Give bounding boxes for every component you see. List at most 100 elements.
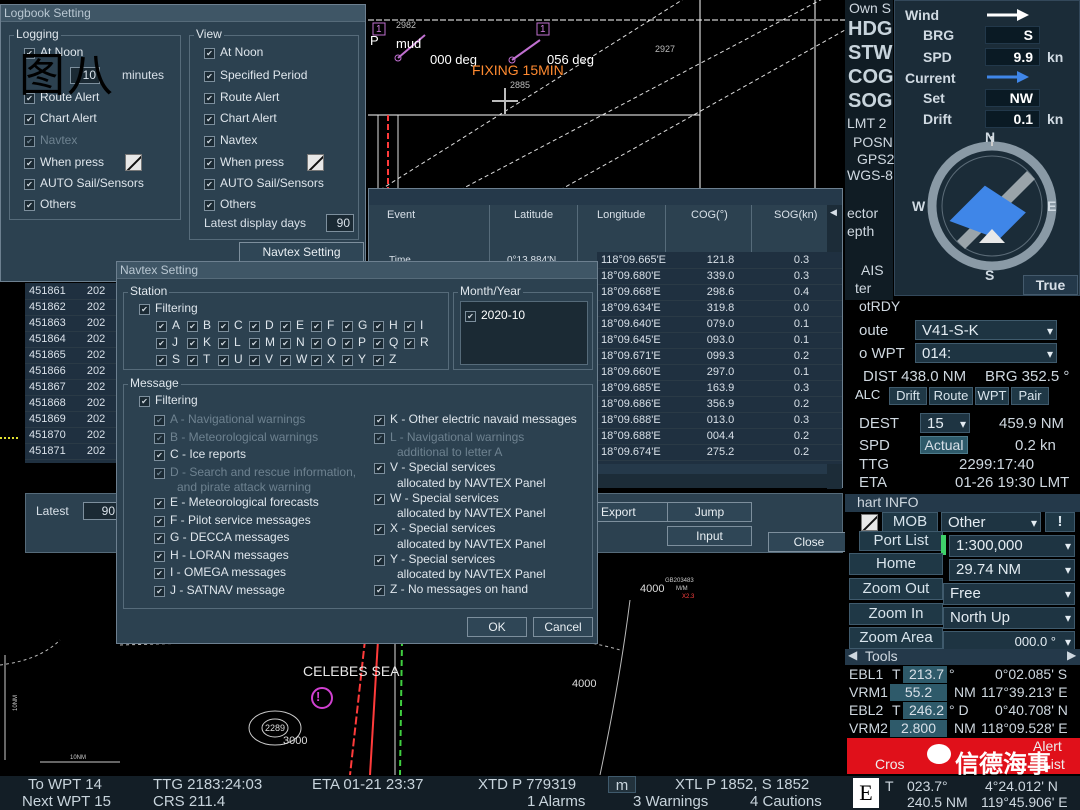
message-g[interactable]: G - DECCA messages	[154, 530, 289, 544]
message-w[interactable]: W - Special services	[374, 491, 499, 505]
station-l[interactable]: L	[218, 335, 241, 349]
view-chart-alert[interactable]: Chart Alert	[204, 111, 277, 125]
logging-when-press[interactable]: When press	[24, 155, 104, 169]
port-list-button[interactable]: Port List	[859, 531, 943, 551]
station-x[interactable]: X	[311, 352, 335, 366]
tab-route[interactable]: Route	[929, 387, 973, 405]
message-z[interactable]: Z - No messages on hand	[374, 582, 528, 596]
station-b[interactable]: B	[187, 318, 211, 332]
navtex-setting-button[interactable]: Navtex Setting	[239, 242, 364, 262]
tab-pair[interactable]: Pair	[1011, 387, 1049, 405]
station-h[interactable]: H	[373, 318, 398, 332]
station-m[interactable]: M	[249, 335, 275, 349]
logging-chart-alert[interactable]: Chart Alert	[24, 111, 97, 125]
message-c[interactable]: C - Ice reports	[154, 447, 246, 461]
logging-navtex[interactable]: Navtex	[24, 133, 77, 147]
station-w[interactable]: W	[280, 352, 307, 366]
close-button[interactable]: Close	[768, 532, 850, 552]
message-d[interactable]: D - Search and rescue information,	[154, 465, 356, 479]
view-specified-period[interactable]: Specified Period	[204, 68, 307, 82]
navtex-cancel-button[interactable]: Cancel	[533, 617, 593, 637]
route-dropdown[interactable]: V41-S-K	[915, 320, 1057, 341]
message-y[interactable]: Y - Special services	[374, 552, 495, 566]
zoom-out-button[interactable]: Zoom Out	[849, 578, 943, 600]
log-row[interactable]: 18°09.688'E 013.0 0.3	[597, 412, 842, 429]
station-z[interactable]: Z	[373, 352, 396, 366]
log-id-row[interactable]: 451866 202	[25, 363, 117, 380]
true-mode-button[interactable]: True	[1023, 275, 1078, 295]
station-filtering[interactable]: Filtering	[139, 301, 198, 315]
log-id-row[interactable]: 451861 202	[25, 283, 117, 300]
log-row[interactable]: 18°09.634'E 319.8 0.0	[597, 300, 842, 317]
log-id-row[interactable]: 451867 202	[25, 379, 117, 396]
station-y[interactable]: Y	[342, 352, 366, 366]
station-v[interactable]: V	[249, 352, 273, 366]
mob-button[interactable]: MOB	[882, 512, 938, 532]
log-row[interactable]: 18°09.645'E 093.0 0.1	[597, 332, 842, 349]
actual-speed-button[interactable]: Actual	[920, 436, 968, 454]
vrm1-value[interactable]: 55.2	[890, 684, 947, 701]
e-mode-button[interactable]: E	[853, 778, 879, 808]
warnings-count[interactable]: 3 Warnings	[633, 793, 708, 810]
orientation-dropdown[interactable]: North Up	[943, 607, 1075, 629]
station-q[interactable]: Q	[373, 335, 398, 349]
station-o[interactable]: O	[311, 335, 336, 349]
station-t[interactable]: T	[187, 352, 210, 366]
station-j[interactable]: J	[156, 335, 178, 349]
ebl1-value[interactable]: 213.7	[903, 666, 947, 683]
message-x[interactable]: X - Special services	[374, 521, 495, 535]
log-row[interactable]: 18°09.688'E 004.4 0.2	[597, 428, 842, 445]
home-button[interactable]: Home	[849, 553, 943, 575]
log-row[interactable]: 18°09.686'E 356.9 0.2	[597, 396, 842, 413]
dest-dropdown[interactable]: 15	[920, 413, 970, 434]
station-e[interactable]: E	[280, 318, 304, 332]
chart-info-toggle[interactable]	[861, 514, 878, 531]
jump-button[interactable]: Jump	[667, 502, 752, 522]
log-row[interactable]: 18°09.671'E 099.3 0.2	[597, 348, 842, 365]
log-id-row[interactable]: 451862 202	[25, 299, 117, 316]
station-s[interactable]: S	[156, 352, 180, 366]
message-v[interactable]: V - Special services	[374, 460, 495, 474]
bearing-dropdown[interactable]: 000.0 °	[943, 631, 1075, 652]
free-dropdown[interactable]: Free	[943, 583, 1075, 605]
log-row[interactable]: 118°09.665'E 121.8 0.3	[597, 252, 842, 269]
tab-wpt[interactable]: WPT	[975, 387, 1009, 405]
message-l[interactable]: L - Navigational warnings	[374, 430, 524, 444]
alert-panel[interactable]: Alert Cros List 信德海事	[847, 738, 1080, 778]
station-p[interactable]: P	[342, 335, 366, 349]
station-g[interactable]: G	[342, 318, 367, 332]
tab-drift[interactable]: Drift	[889, 387, 927, 405]
message-a[interactable]: A - Navigational warnings	[154, 412, 305, 426]
view-route-alert[interactable]: Route Alert	[204, 90, 279, 104]
view-others[interactable]: Others	[204, 197, 256, 211]
view-when-press[interactable]: When press	[204, 155, 284, 169]
message-e[interactable]: E - Meteorological forecasts	[154, 495, 319, 509]
vrm2-value[interactable]: 2.800	[890, 720, 947, 737]
logging-others[interactable]: Others	[24, 197, 76, 211]
ebl2-value[interactable]: 246.2	[903, 702, 947, 719]
message-filtering[interactable]: Filtering	[139, 393, 198, 407]
other-dropdown[interactable]: Other	[941, 512, 1041, 533]
message-f[interactable]: F - Pilot service messages	[154, 513, 311, 527]
log-row[interactable]: 18°09.668'E 298.6 0.4	[597, 284, 842, 301]
message-h[interactable]: H - LORAN messages	[154, 548, 289, 562]
log-row[interactable]: 18°09.674'E 275.2 0.2	[597, 444, 842, 461]
log-row[interactable]: 18°09.640'E 079.0 0.1	[597, 316, 842, 333]
log-row[interactable]: 18°09.660'E 297.0 0.1	[597, 364, 842, 381]
message-b[interactable]: B - Meteorological warnings	[154, 430, 318, 444]
log-id-row[interactable]: 451871 202	[25, 443, 117, 460]
zoom-area-button[interactable]: Zoom Area	[849, 627, 943, 649]
month-list[interactable]: 2020-10	[460, 301, 588, 365]
station-u[interactable]: U	[218, 352, 243, 366]
view-navtex[interactable]: Navtex	[204, 133, 257, 147]
log-id-row[interactable]: 451870 202	[25, 427, 117, 444]
xtd-unit-button[interactable]: m	[608, 776, 636, 794]
view-at-noon[interactable]: At Noon	[204, 45, 263, 59]
station-i[interactable]: I	[404, 318, 423, 332]
station-f[interactable]: F	[311, 318, 334, 332]
log-id-row[interactable]: 451865 202	[25, 347, 117, 364]
to-wpt-dropdown[interactable]: 014:	[915, 343, 1057, 364]
view-auto-sail[interactable]: AUTO Sail/Sensors	[204, 176, 324, 190]
month-item[interactable]: 2020-10	[465, 308, 525, 322]
tools-header[interactable]: ◀ Tools ▶	[845, 648, 1080, 665]
